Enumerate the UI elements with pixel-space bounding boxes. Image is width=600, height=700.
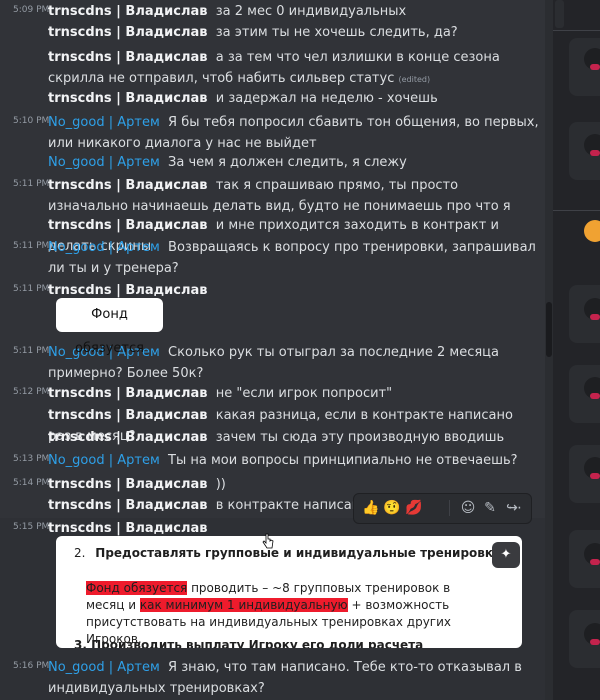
message-timestamp: 5:11 PM — [13, 284, 50, 294]
message-content: No_good | Артем Ты на мои вопросы принци… — [48, 450, 539, 471]
message-author[interactable]: trnscdns | Владислав — [48, 283, 207, 298]
message-content: trnscdns | Владислав )) — [48, 474, 539, 495]
message-content: No_good | Артем Я бы тебя попросил сбави… — [48, 112, 539, 154]
avatar[interactable] — [584, 623, 600, 645]
avatar[interactable] — [584, 377, 600, 399]
message-author[interactable]: trnscdns | Владислав — [48, 386, 207, 401]
message-author[interactable]: No_good | Артем — [48, 453, 160, 468]
sidebar-divider — [553, 30, 600, 31]
message-text: не "если игрок попросит" — [215, 386, 393, 401]
thumbs-up-reaction-icon[interactable]: 👍 — [362, 499, 380, 517]
message-timestamp: 5:10 PM — [13, 116, 50, 126]
message-text: в контракте написано: — [215, 498, 373, 513]
avatar[interactable] — [584, 298, 600, 320]
message-timestamp: 5:09 PM — [13, 5, 50, 15]
avatar[interactable] — [584, 134, 600, 156]
message-timestamp: 5:15 PM — [13, 522, 50, 532]
message-text: за 2 мес 0 индивидуальных — [215, 4, 407, 19]
message-author[interactable]: trnscdns | Владислав — [48, 4, 207, 19]
highlight-fond: Фонд обязуется — [86, 581, 188, 595]
message-author[interactable]: trnscdns | Владислав — [48, 91, 207, 106]
sparkle-icon[interactable]: ✦ — [492, 542, 520, 568]
contract-item-2-number: 2. — [74, 546, 86, 560]
message-content: No_good | Артем Возвращаясь к вопросу пр… — [48, 237, 539, 279]
contract-screenshot[interactable]: 2. Предоставлять групповые и индивидуаль… — [56, 536, 522, 648]
message-author[interactable]: No_good | Артем — [48, 240, 160, 255]
edit-icon[interactable]: ✎ — [481, 499, 499, 517]
message-author[interactable]: No_good | Артем — [48, 155, 160, 170]
image-attachment-text: Фонд обязуется — [75, 307, 144, 356]
message-timestamp: 5:16 PM — [13, 661, 50, 671]
pointer-cursor-icon — [262, 533, 274, 549]
message-timestamp: 5:12 PM — [13, 387, 50, 397]
message-timestamp: 5:11 PM — [13, 179, 50, 189]
message-content: No_good | Артем За чем я должен следить,… — [48, 152, 539, 173]
message-content: trnscdns | Владислав и задержал на недел… — [48, 88, 539, 109]
contract-item-3: 3. Производить выплату Игроку его доли р… — [74, 638, 424, 648]
toolbar-divider — [449, 500, 450, 516]
message-text: и задержал на неделю - хочешь — [215, 91, 438, 106]
contract-item-2: 2. Предоставлять групповые и индивидуаль… — [74, 544, 501, 562]
message-timestamp: 5:11 PM — [13, 241, 50, 251]
edited-label: (edited) — [398, 75, 431, 84]
image-attachment[interactable]: Фонд обязуется — [56, 298, 163, 356]
face-reaction-icon[interactable]: 🤨 — [383, 499, 401, 517]
add-reaction-icon[interactable]: ☺ — [459, 499, 477, 517]
message-author[interactable]: No_good | Артем — [48, 660, 160, 675]
message-author[interactable]: trnscdns | Владислав — [48, 50, 207, 65]
message-content: trnscdns | Владислав а за тем что чел из… — [48, 47, 539, 90]
message-content: No_good | Артем Я знаю, что там написано… — [48, 657, 539, 699]
message-author[interactable]: No_good | Артем — [48, 115, 160, 130]
message-text: зачем ты сюда эту производную вводишь — [215, 430, 505, 445]
lips-reaction-icon[interactable]: 💋 — [405, 499, 423, 517]
member-sidebar — [553, 0, 600, 700]
avatar[interactable] — [584, 48, 600, 70]
avatar[interactable] — [584, 220, 600, 242]
message-text: Ты на мои вопросы принципиально не отвеч… — [168, 453, 518, 468]
message-author[interactable]: trnscdns | Владислав — [48, 430, 207, 445]
message-content: trnscdns | Владислав зачем ты сюда эту п… — [48, 427, 539, 448]
message-text: За чем я должен следить, я слежу — [168, 155, 407, 170]
message-text: )) — [215, 477, 226, 492]
message-author[interactable]: trnscdns | Владислав — [48, 408, 207, 423]
message-author[interactable]: trnscdns | Владислав — [48, 218, 207, 233]
message-author[interactable]: trnscdns | Владислав — [48, 498, 207, 513]
message-text: за этим ты не хочешь следить, да? — [215, 25, 458, 40]
message-content: trnscdns | Владислав за 2 мес 0 индивиду… — [48, 1, 539, 22]
avatar[interactable] — [584, 457, 600, 479]
contract-item-2-title: Предоставлять групповые и индивидуальные… — [95, 546, 502, 560]
message-content: trnscdns | Владислав не "если игрок попр… — [48, 383, 539, 404]
message-timestamp: 5:13 PM — [13, 454, 50, 464]
sidebar-item[interactable] — [555, 0, 564, 28]
message-content: trnscdns | Владислав за этим ты не хочеш… — [48, 22, 539, 43]
message-author[interactable]: trnscdns | Владислав — [48, 521, 207, 536]
more-icon[interactable]: ⋯ — [506, 499, 524, 517]
sidebar-divider — [553, 210, 600, 211]
message-author[interactable]: trnscdns | Владислав — [48, 477, 207, 492]
message-author[interactable]: trnscdns | Владислав — [48, 178, 207, 193]
message-timestamp: 5:14 PM — [13, 478, 50, 488]
message-content: trnscdns | Владислав так я спрашиваю пря… — [48, 175, 539, 217]
message-author[interactable]: trnscdns | Владислав — [48, 25, 207, 40]
scrollbar-thumb[interactable] — [546, 302, 552, 357]
message-action-toolbar: 👍 🤨 💋 ☺ ✎ ↪ ⋯ — [353, 493, 532, 524]
avatar[interactable] — [584, 543, 600, 565]
message-timestamp: 5:11 PM — [13, 346, 50, 356]
highlight-individual: как минимум 1 индивидуальную — [139, 598, 348, 612]
